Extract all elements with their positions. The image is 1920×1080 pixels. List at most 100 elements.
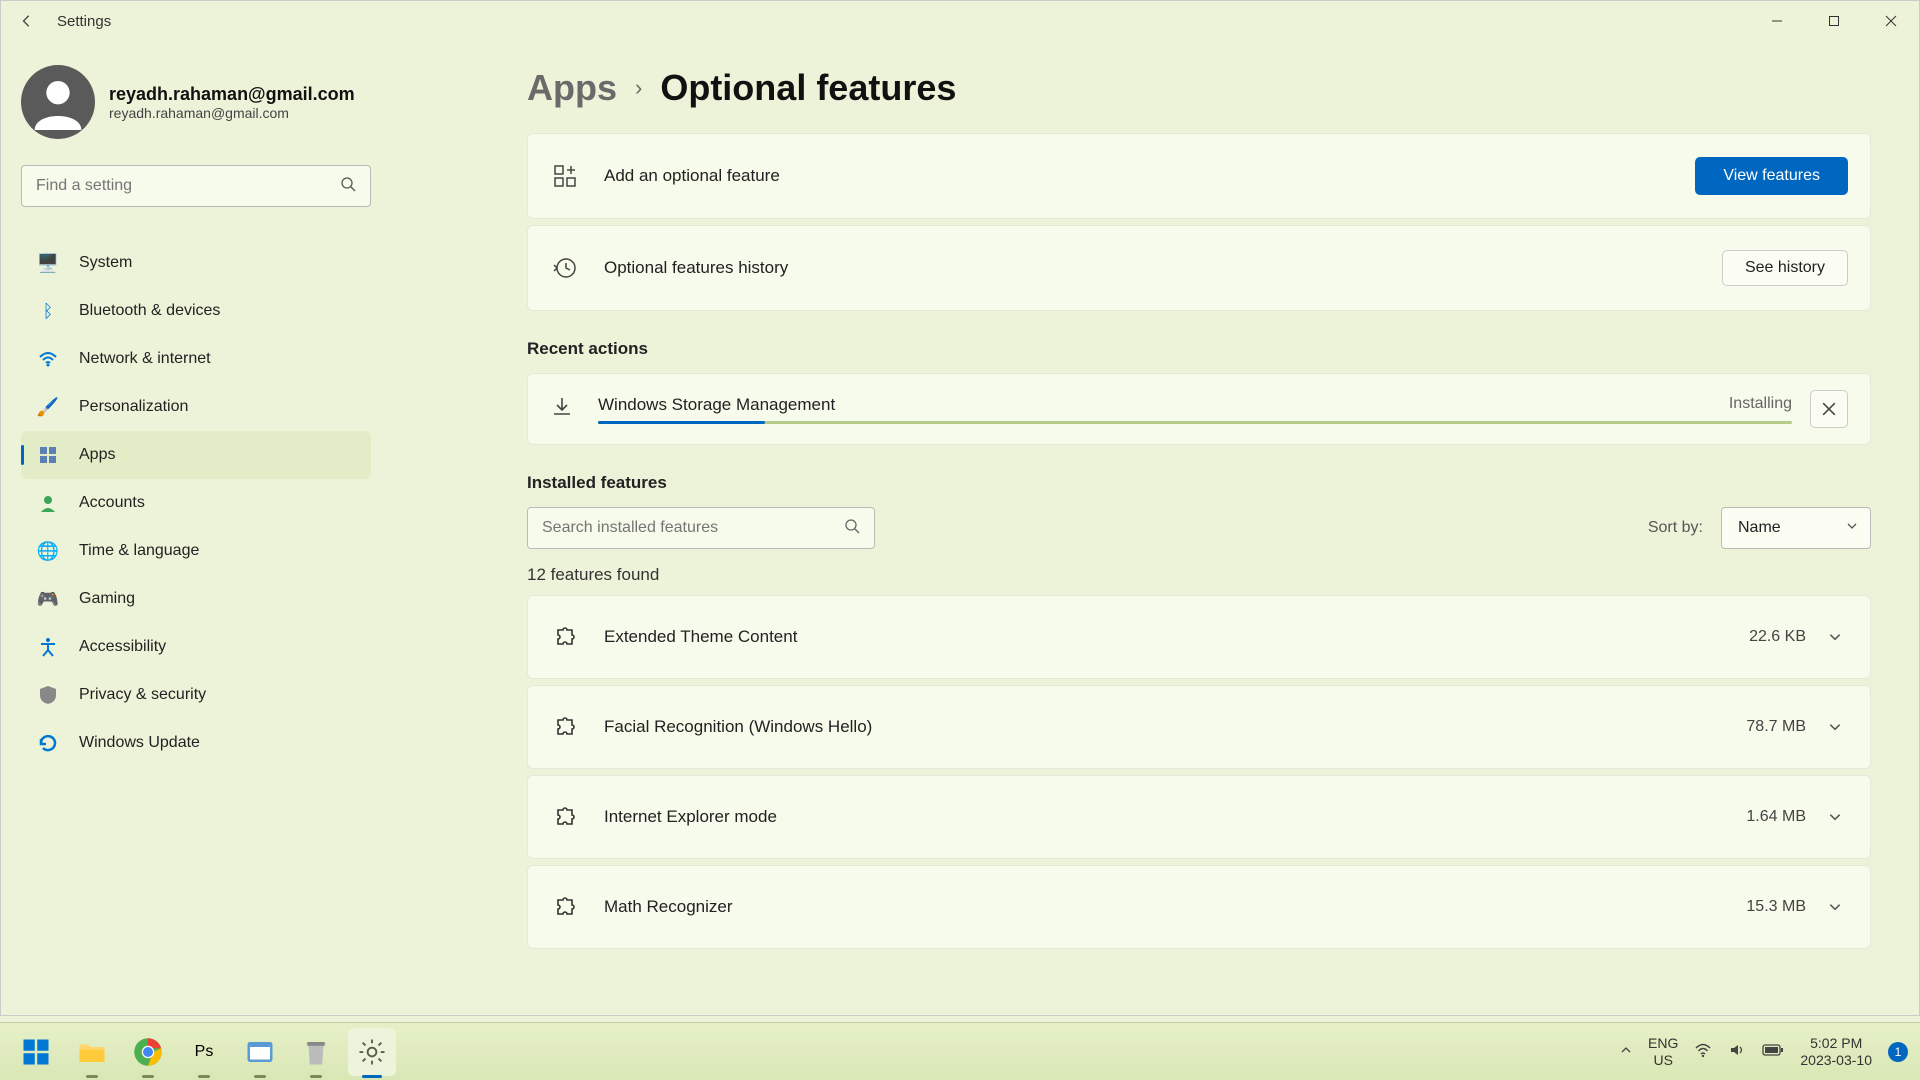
minimize-icon: [1771, 15, 1783, 27]
feature-size: 1.64 MB: [1746, 808, 1806, 826]
sidebar-item-privacy[interactable]: Privacy & security: [21, 671, 371, 719]
window-title: Settings: [57, 13, 111, 30]
wifi-icon: [37, 348, 59, 370]
feature-item[interactable]: Extended Theme Content 22.6 KB: [527, 595, 1871, 679]
sort-value: Name: [1738, 519, 1781, 537]
sidebar-item-label: Time & language: [79, 542, 199, 560]
wifi-tray-icon[interactable]: [1694, 1041, 1712, 1063]
settings-window: Settings reyadh.rahaman@gmail.com reyadh…: [0, 0, 1920, 1016]
sidebar-item-apps[interactable]: Apps: [21, 431, 371, 479]
feature-name: Extended Theme Content: [604, 627, 797, 647]
user-block[interactable]: reyadh.rahaman@gmail.com reyadh.rahaman@…: [21, 65, 371, 139]
nav: 🖥️System ᛒBluetooth & devices Network & …: [21, 239, 371, 767]
feature-name: Math Recognizer: [604, 897, 733, 917]
progress-status: Installing: [1729, 395, 1792, 413]
search-box[interactable]: [21, 165, 371, 207]
avatar-icon: [30, 74, 86, 130]
volume-tray-icon[interactable]: [1728, 1041, 1746, 1063]
sidebar-item-system[interactable]: 🖥️System: [21, 239, 371, 287]
maximize-icon: [1828, 15, 1840, 27]
puzzle-icon: [550, 715, 580, 739]
shield-icon: [37, 684, 59, 706]
feature-item[interactable]: Math Recognizer 15.3 MB: [527, 865, 1871, 949]
recent-actions-title: Recent actions: [527, 339, 1871, 359]
sidebar-item-label: System: [79, 254, 132, 272]
app-button-2[interactable]: [292, 1028, 340, 1076]
sidebar-item-bluetooth[interactable]: ᛒBluetooth & devices: [21, 287, 371, 335]
sidebar-item-update[interactable]: Windows Update: [21, 719, 371, 767]
sidebar-item-accessibility[interactable]: Accessibility: [21, 623, 371, 671]
user-email: reyadh.rahaman@gmail.com: [109, 105, 355, 121]
person-icon: [37, 492, 59, 514]
maximize-button[interactable]: [1805, 1, 1862, 41]
tray-overflow-button[interactable]: [1620, 1043, 1632, 1060]
photoshop-icon: Ps: [195, 1043, 214, 1061]
history-card: Optional features history See history: [527, 225, 1871, 311]
features-count: 12 features found: [527, 565, 1871, 585]
sidebar-item-label: Gaming: [79, 590, 135, 608]
photoshop-button[interactable]: Ps: [180, 1028, 228, 1076]
search-icon[interactable]: [844, 518, 860, 539]
chevron-right-icon: ›: [635, 75, 642, 101]
progress-name: Windows Storage Management: [598, 395, 1792, 415]
chevron-down-icon: [1828, 720, 1842, 734]
battery-icon: [1762, 1043, 1784, 1057]
chevron-down-icon: [1828, 630, 1842, 644]
windows-icon: [21, 1037, 51, 1067]
back-button[interactable]: [7, 1, 47, 41]
feature-name: Facial Recognition (Windows Hello): [604, 717, 872, 737]
minimize-button[interactable]: [1748, 1, 1805, 41]
language-indicator[interactable]: ENGUS: [1648, 1035, 1678, 1069]
folder-icon: [77, 1037, 107, 1067]
start-button[interactable]: [12, 1028, 60, 1076]
trash-app-icon: [301, 1037, 331, 1067]
sidebar-item-accounts[interactable]: Accounts: [21, 479, 371, 527]
main-content: Apps › Optional features Add an optional…: [381, 41, 1919, 1015]
sidebar: reyadh.rahaman@gmail.com reyadh.rahaman@…: [1, 41, 381, 1015]
breadcrumb-parent[interactable]: Apps: [527, 67, 617, 109]
notification-badge[interactable]: 1: [1888, 1042, 1908, 1062]
feature-item[interactable]: Internet Explorer mode 1.64 MB: [527, 775, 1871, 859]
arrow-left-icon: [20, 14, 34, 28]
search-icon[interactable]: [340, 176, 356, 197]
accessibility-icon: [37, 636, 59, 658]
close-button[interactable]: [1862, 1, 1919, 41]
see-history-button[interactable]: See history: [1722, 250, 1848, 286]
sidebar-item-gaming[interactable]: 🎮 Gaming: [21, 575, 371, 623]
installed-features-title: Installed features: [527, 473, 1871, 493]
chrome-button[interactable]: [124, 1028, 172, 1076]
view-features-button[interactable]: View features: [1695, 157, 1848, 195]
chevron-up-icon: [1620, 1044, 1632, 1056]
sidebar-item-label: Accessibility: [79, 638, 166, 656]
add-app-icon: [550, 164, 580, 188]
feature-size: 15.3 MB: [1746, 898, 1806, 916]
system-tray: ENGUS 5:02 PM2023-03-10 1: [1620, 1035, 1908, 1069]
window-app-icon: [245, 1037, 275, 1067]
battery-tray-icon[interactable]: [1762, 1043, 1784, 1061]
cancel-install-button[interactable]: [1810, 390, 1848, 428]
search-input[interactable]: [36, 177, 340, 195]
app-button-1[interactable]: [236, 1028, 284, 1076]
sidebar-item-time[interactable]: 🌐Time & language: [21, 527, 371, 575]
feature-item[interactable]: Facial Recognition (Windows Hello) 78.7 …: [527, 685, 1871, 769]
explorer-button[interactable]: [68, 1028, 116, 1076]
sidebar-item-label: Apps: [79, 446, 115, 464]
user-name: reyadh.rahaman@gmail.com: [109, 84, 355, 105]
installed-header: Sort by: Name: [527, 507, 1871, 549]
gamepad-icon: 🎮: [37, 588, 59, 610]
settings-taskbar-button[interactable]: [348, 1028, 396, 1076]
close-icon: [1885, 15, 1897, 27]
bluetooth-icon: ᛒ: [37, 300, 59, 322]
chevron-down-icon: [1846, 519, 1858, 537]
gear-icon: [357, 1037, 387, 1067]
add-feature-card: Add an optional feature View features: [527, 133, 1871, 219]
sidebar-item-network[interactable]: Network & internet: [21, 335, 371, 383]
sidebar-item-personalization[interactable]: 🖌️Personalization: [21, 383, 371, 431]
sort-select[interactable]: Name: [1721, 507, 1871, 549]
search-installed-input[interactable]: [542, 519, 844, 537]
chrome-icon: [133, 1037, 163, 1067]
sort-label: Sort by:: [1648, 519, 1703, 537]
search-installed-box[interactable]: [527, 507, 875, 549]
sidebar-item-label: Privacy & security: [79, 686, 206, 704]
clock[interactable]: 5:02 PM2023-03-10: [1800, 1035, 1872, 1069]
